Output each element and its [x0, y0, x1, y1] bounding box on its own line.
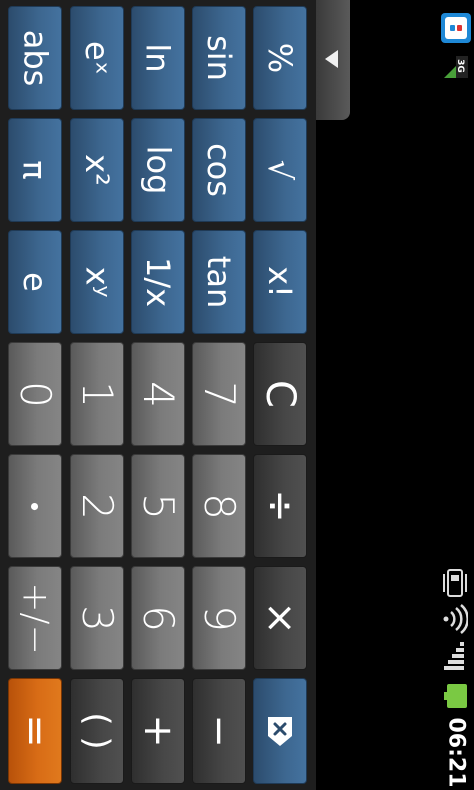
power-label: xʸ — [77, 266, 116, 298]
log-label: log — [139, 145, 177, 195]
decimal-button[interactable]: • — [8, 454, 62, 558]
wifi-icon — [443, 604, 468, 634]
parentheses-button[interactable]: ( ) — [70, 678, 124, 784]
parentheses-label: ( ) — [77, 712, 117, 750]
sqrt-label: √ — [260, 159, 299, 181]
ln-label: ln — [138, 43, 177, 73]
clear-button[interactable]: C — [253, 342, 307, 446]
sqrt-button[interactable]: √ — [253, 118, 307, 222]
calculator-screen: abs π e eˣ x² xʸ ln log 1/x sin cos tan … — [0, 0, 474, 790]
digit-1-label: 1 — [72, 380, 122, 408]
digit-6-label: 6 — [133, 604, 183, 632]
cos-button[interactable]: cos — [192, 118, 246, 222]
plus-button[interactable]: + — [131, 678, 185, 784]
digit-8-button[interactable]: 8 — [192, 454, 246, 558]
log-button[interactable]: log — [131, 118, 185, 222]
abs-label: abs — [16, 29, 54, 87]
e-button[interactable]: e — [8, 230, 62, 334]
backspace-icon — [268, 717, 292, 746]
abs-button[interactable]: abs — [8, 6, 62, 110]
digit-9-label: 9 — [194, 604, 244, 632]
tan-label: tan — [200, 255, 238, 309]
sin-button[interactable]: sin — [192, 6, 246, 110]
digit-3-label: 3 — [72, 604, 122, 632]
digit-3-button[interactable]: 3 — [70, 566, 124, 670]
digit-5-button[interactable]: 5 — [131, 454, 185, 558]
digit-8-label: 8 — [194, 492, 244, 520]
digit-2-label: 2 — [72, 492, 122, 520]
plus-minus-label: +/− — [14, 581, 56, 655]
reciprocal-button[interactable]: 1/x — [131, 230, 185, 334]
digit-2-button[interactable]: 2 — [70, 454, 124, 558]
decimal-label: • — [19, 501, 50, 511]
exp-label: eˣ — [77, 41, 116, 75]
triangle-left-icon — [325, 50, 338, 68]
network-type-label: 3G — [455, 59, 465, 73]
ln-button[interactable]: ln — [131, 6, 185, 110]
exp-button[interactable]: eˣ — [70, 6, 124, 110]
equals-label: = — [11, 714, 58, 748]
pi-button[interactable]: π — [8, 118, 62, 222]
percent-button[interactable]: % — [253, 6, 307, 110]
clear-label: C — [257, 380, 303, 408]
reciprocal-label: 1/x — [138, 256, 177, 308]
digit-6-button[interactable]: 6 — [131, 566, 185, 670]
minus-button[interactable]: − — [192, 678, 246, 784]
digit-7-label: 7 — [194, 380, 244, 408]
digit-9-button[interactable]: 9 — [192, 566, 246, 670]
cos-label: cos — [200, 143, 238, 197]
digit-0-label: 0 — [10, 380, 60, 408]
drawer-handle[interactable] — [316, 0, 350, 120]
battery-icon — [444, 684, 467, 708]
factorial-label: x! — [260, 266, 299, 298]
status-time-label: 06:21 — [443, 716, 469, 788]
plus-label: + — [134, 714, 181, 748]
network-3g-icon: 3G — [444, 54, 468, 78]
multiply-label: × — [256, 601, 303, 635]
pi-label: π — [15, 160, 54, 180]
square-button[interactable]: x² — [70, 118, 124, 222]
digit-1-button[interactable]: 1 — [70, 342, 124, 446]
app-notification-icon — [441, 13, 471, 43]
vibrate-icon — [443, 569, 467, 597]
divide-button[interactable]: ÷ — [253, 454, 307, 558]
percent-label: % — [261, 42, 299, 74]
backspace-button[interactable] — [253, 678, 307, 784]
digit-5-label: 5 — [133, 492, 183, 520]
power-button[interactable]: xʸ — [70, 230, 124, 334]
cell-signal-icon — [444, 642, 464, 670]
divide-label: ÷ — [256, 489, 303, 523]
e-label: e — [16, 272, 54, 292]
digit-7-button[interactable]: 7 — [192, 342, 246, 446]
multiply-button[interactable]: × — [253, 566, 307, 670]
digit-4-label: 4 — [133, 380, 183, 408]
sin-label: sin — [200, 35, 238, 81]
factorial-button[interactable]: x! — [253, 230, 307, 334]
plus-minus-button[interactable]: +/− — [8, 566, 62, 670]
digit-4-button[interactable]: 4 — [131, 342, 185, 446]
equals-button[interactable]: = — [8, 678, 62, 784]
digit-0-button[interactable]: 0 — [8, 342, 62, 446]
status-time: 06:21 — [432, 717, 474, 787]
minus-label: − — [195, 714, 242, 748]
tan-button[interactable]: tan — [192, 230, 246, 334]
keypad: abs π e eˣ x² xʸ ln log 1/x sin cos tan … — [0, 0, 316, 790]
square-label: x² — [77, 154, 116, 186]
